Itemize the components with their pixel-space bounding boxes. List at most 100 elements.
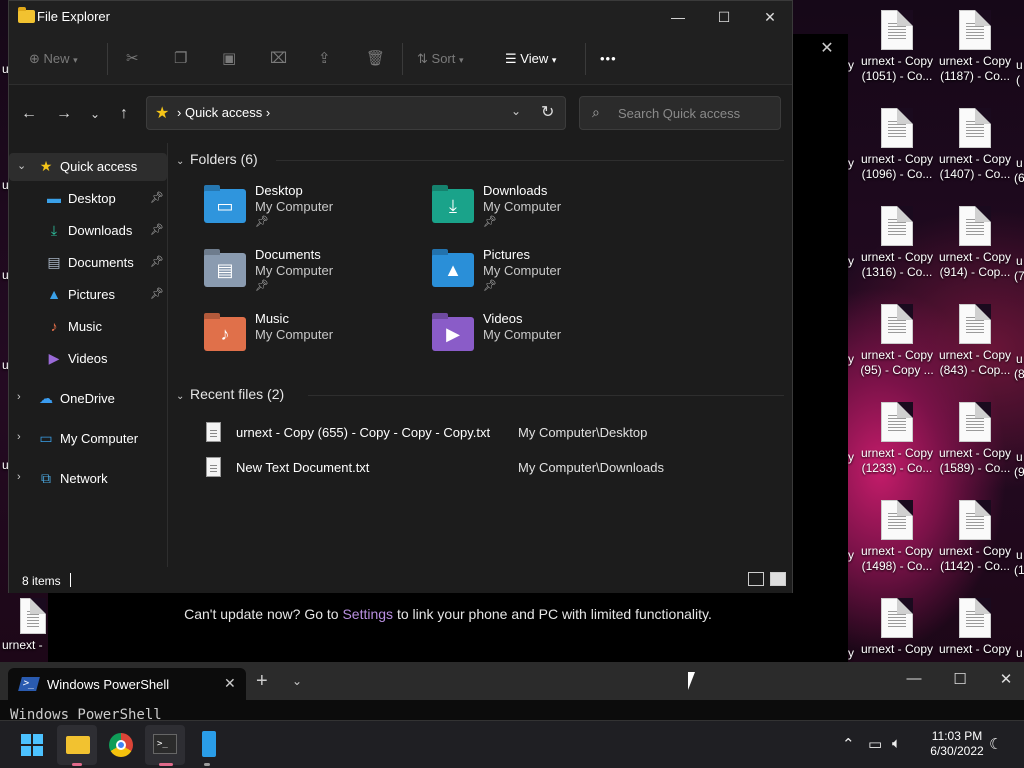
focus-assist-moon-icon[interactable]: ☾ — [989, 735, 1002, 753]
folders-section-header[interactable]: ⌄ Folders (6) — [176, 151, 258, 167]
share-icon[interactable]: ⇪ — [318, 47, 331, 71]
sidebar-item-videos[interactable]: ▶ Videos — [9, 345, 167, 373]
delete-icon[interactable]: 🗑︎ — [366, 47, 385, 71]
desktop-file-icon[interactable]: urnext - Copy (1096) - Co... — [856, 106, 938, 182]
folder-icon — [18, 7, 35, 23]
text-file-icon — [20, 598, 46, 634]
taskbar-file-explorer-button[interactable] — [57, 725, 97, 765]
close-button[interactable]: ✕ — [991, 670, 1021, 692]
minimize-button[interactable]: — — [899, 670, 929, 692]
toolbar-divider — [107, 43, 108, 75]
paste-icon[interactable]: ▣ — [222, 47, 236, 71]
details-view-icon[interactable] — [748, 572, 764, 586]
recent-file-row[interactable]: New Text Document.txt My Computer\Downlo… — [204, 454, 784, 484]
maximize-button[interactable]: ☐ — [701, 1, 747, 33]
address-bar[interactable]: ★ › Quick access › ⌄ ↻ — [146, 96, 566, 130]
desktop-file-icon[interactable]: urnext - Copy (95) - Copy ... — [856, 302, 938, 378]
folder-tile-videos[interactable]: ▶ Videos My Computer — [432, 311, 652, 367]
chevron-right-icon[interactable]: › — [17, 391, 21, 403]
sidebar-item-downloads[interactable]: ⤓ Downloads 📌︎ — [9, 217, 167, 245]
desktop-file-icon[interactable]: urnext - Copy — [934, 596, 1016, 657]
title-bar[interactable]: File Explorer — ☐ ✕ — [9, 1, 792, 33]
desktop-file-icon[interactable]: urnext - Copy (1589) - Co... — [934, 400, 1016, 476]
forward-arrow-icon[interactable]: → — [52, 103, 76, 125]
more-options-button[interactable]: ••• — [600, 47, 617, 71]
navigation-pane: ⌄ ★ Quick access ▬ Desktop 📌︎ ⤓ Download… — [9, 143, 167, 567]
desktop-file-icon[interactable]: urnext - Copy (914) - Cop... — [934, 204, 1016, 280]
documents-folder-icon: ▤ — [204, 253, 246, 287]
sidebar-item-desktop[interactable]: ▬ Desktop 📌︎ — [9, 185, 167, 213]
sidebar-item-my-computer[interactable]: › ▭ My Computer — [9, 425, 167, 453]
desktop-file-icon[interactable]: urnext - Copy (1051) - Co... — [856, 8, 938, 84]
pin-icon[interactable]: 📌︎ — [150, 287, 164, 300]
folder-tile-documents[interactable]: ▤ Documents My Computer 📌︎ — [204, 247, 424, 303]
close-icon[interactable]: ✕ — [812, 36, 842, 62]
sidebar-item-pictures[interactable]: ▲ Pictures 📌︎ — [9, 281, 167, 309]
chevron-down-icon[interactable]: ⌄ — [17, 159, 26, 172]
sort-button[interactable]: ⇅ Sort ▾ — [417, 47, 464, 71]
search-input[interactable] — [618, 104, 768, 122]
desktop-file-icon[interactable]: urnext - Copy — [856, 596, 938, 657]
desktop-file-icon[interactable]: urnext - Copy (1407) - Co... — [934, 106, 1016, 182]
desktop-file-icon[interactable]: urnext - — [0, 596, 48, 653]
tiles-view-icon[interactable] — [770, 572, 786, 586]
back-arrow-icon[interactable]: ← — [17, 103, 41, 125]
desktop-file-icon[interactable]: urnext - Copy (1187) - Co... — [934, 8, 1016, 84]
chevron-down-icon[interactable]: ⌄ — [292, 674, 302, 688]
pin-icon[interactable]: 📌︎ — [150, 255, 164, 268]
new-button[interactable]: ⊕ New ▾ — [29, 47, 78, 71]
taskbar-notepad-button[interactable] — [196, 731, 224, 759]
taskbar: >_ ⌃ ▭ 🔈︎ 11:03 PM 6/30/2022 ☾ — [0, 720, 1024, 768]
terminal-tab-bar[interactable]: >_ Windows PowerShell ✕ + ⌄ — ☐ ✕ — [0, 662, 1024, 700]
recent-files-section-header[interactable]: ⌄ Recent files (2) — [176, 386, 284, 402]
start-button[interactable] — [21, 734, 43, 756]
new-tab-plus-icon[interactable]: + — [256, 670, 268, 693]
address-history-chevron-icon[interactable]: ⌄ — [511, 104, 521, 118]
desktop-file-icon[interactable]: urnext - Copy (1498) - Co... — [856, 498, 938, 574]
chevron-right-icon[interactable]: › — [17, 431, 21, 443]
folder-tile-desktop[interactable]: ▭ Desktop My Computer 📌︎ — [204, 183, 424, 239]
close-tab-icon[interactable]: ✕ — [224, 675, 236, 692]
refresh-icon[interactable]: ↻ — [541, 102, 554, 122]
taskbar-chrome-button[interactable] — [107, 731, 135, 759]
folder-tile-music[interactable]: ♪ Music My Computer — [204, 311, 424, 367]
taskbar-terminal-button[interactable]: >_ — [145, 725, 185, 765]
volume-icon[interactable]: 🔈︎ — [892, 735, 901, 752]
sidebar-item-quick-access[interactable]: ⌄ ★ Quick access — [9, 153, 167, 181]
rename-icon[interactable]: ⌧ — [270, 47, 287, 71]
pin-icon[interactable]: 📌︎ — [150, 191, 164, 204]
music-folder-icon: ♪ — [204, 317, 246, 351]
folder-tile-downloads[interactable]: ⤓ Downloads My Computer 📌︎ — [432, 183, 652, 239]
text-file-icon — [959, 206, 991, 246]
desktop-file-icon[interactable]: urnext - Copy (1142) - Co... — [934, 498, 1016, 574]
maximize-button[interactable]: ☐ — [945, 670, 975, 692]
copy-icon[interactable]: ❐ — [174, 47, 187, 71]
recent-file-row[interactable]: urnext - Copy (655) - Copy - Copy - Copy… — [204, 419, 784, 449]
sidebar-item-onedrive[interactable]: › ☁ OneDrive — [9, 385, 167, 413]
up-arrow-icon[interactable]: ↑ — [112, 103, 136, 125]
search-box[interactable]: ⌕ — [579, 96, 781, 130]
sidebar-item-music[interactable]: ♪ Music — [9, 313, 167, 341]
desktop-label-fragment: u — [1016, 156, 1023, 170]
tab-windows-powershell[interactable]: >_ Windows PowerShell ✕ — [8, 668, 246, 700]
recent-locations-chevron-icon[interactable]: ⌄ — [83, 103, 107, 125]
network-icon[interactable]: ▭ — [868, 735, 882, 753]
view-list-icon: ☰ — [505, 51, 517, 66]
cut-icon[interactable]: ✂ — [126, 47, 139, 71]
pin-icon[interactable]: 📌︎ — [150, 223, 164, 236]
pin-icon: 📌︎ — [255, 216, 269, 228]
sidebar-item-documents[interactable]: ▤ Documents 📌︎ — [9, 249, 167, 277]
desktop-file-icon[interactable]: urnext - Copy (1316) - Co... — [856, 204, 938, 280]
close-button[interactable]: ✕ — [747, 1, 793, 33]
desktop-file-icon[interactable]: urnext - Copy (1233) - Co... — [856, 400, 938, 476]
minimize-button[interactable]: — — [655, 1, 701, 33]
show-hidden-icons-chevron-icon[interactable]: ⌃ — [842, 735, 855, 753]
chevron-right-icon[interactable]: › — [17, 471, 21, 483]
sidebar-item-network[interactable]: › ⧉ Network — [9, 465, 167, 493]
pin-icon: 📌︎ — [255, 280, 269, 292]
folder-tile-pictures[interactable]: ▲ Pictures My Computer 📌︎ — [432, 247, 652, 303]
breadcrumb[interactable]: › Quick access › — [177, 105, 270, 120]
settings-link[interactable]: Settings — [342, 606, 393, 622]
desktop-file-icon[interactable]: urnext - Copy (843) - Cop... — [934, 302, 1016, 378]
view-button[interactable]: ☰ View ▾ — [505, 47, 556, 71]
